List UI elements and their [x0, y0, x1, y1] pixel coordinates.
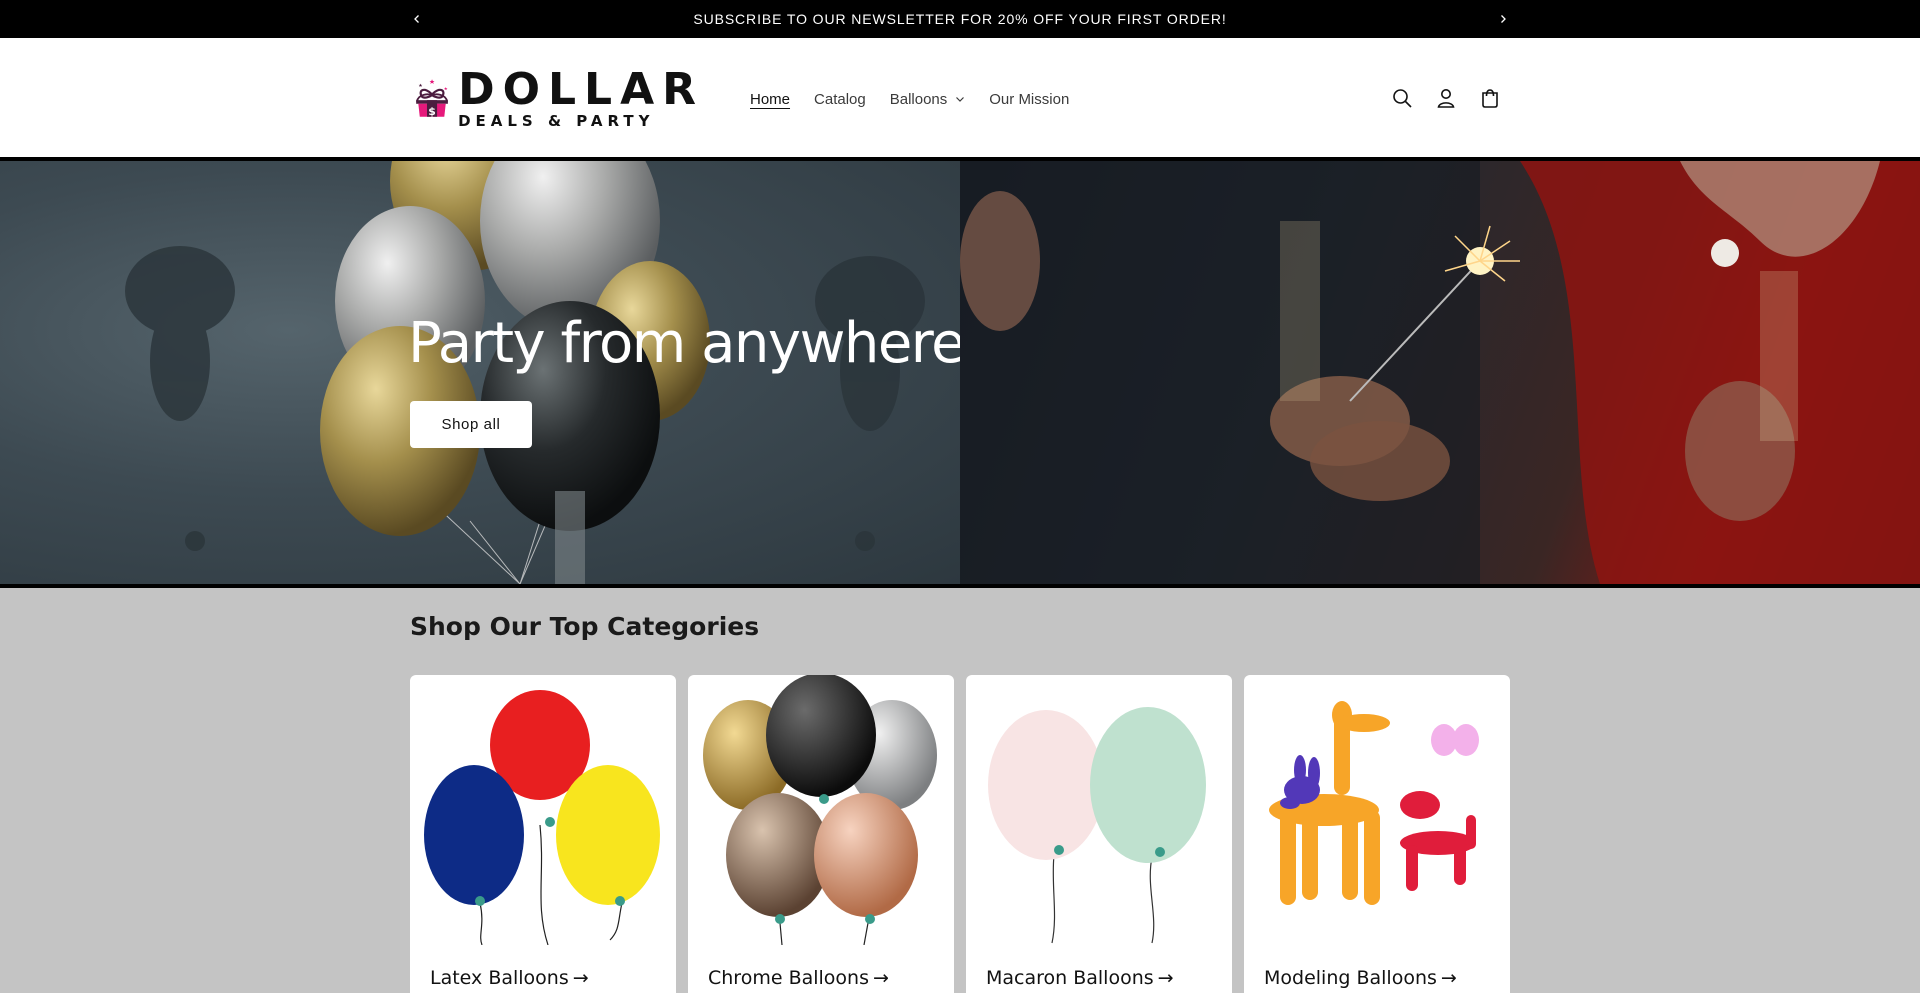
header-icons	[1384, 80, 1508, 116]
category-card-modeling-balloons[interactable]: Modeling Balloons →	[1244, 675, 1510, 993]
brand-logo[interactable]: $ DOLLAR DEALS & PARTY	[414, 46, 704, 150]
cart-button[interactable]	[1472, 80, 1508, 116]
category-cards: Latex Balloons → Chrome Balloons → Macar…	[410, 675, 1510, 993]
announcement-next-button[interactable]	[1492, 8, 1514, 30]
category-card-macaron-balloons[interactable]: Macaron Balloons →	[966, 675, 1232, 993]
chevron-right-icon	[1501, 15, 1506, 23]
brand-name-line2: DEALS & PARTY	[458, 111, 655, 130]
site-header: $ DOLLAR DEALS & PARTY Home Catalog Ball…	[0, 38, 1920, 161]
categories-heading: Shop Our Top Categories	[410, 612, 760, 641]
main-navigation: Home Catalog Balloons Our Mission	[738, 88, 1081, 110]
latex-balloons-image	[424, 690, 660, 945]
hero-banner: Party from anywhere. Shop all	[0, 161, 1920, 588]
brand-name-line1: DOLLAR	[458, 63, 704, 115]
chrome-balloons-image	[703, 675, 937, 945]
chevron-down-icon	[956, 97, 965, 102]
nav-item-balloons[interactable]: Balloons	[878, 88, 978, 110]
search-button[interactable]	[1384, 80, 1420, 116]
chevron-left-icon	[414, 15, 419, 23]
category-card-chrome-balloons[interactable]: Chrome Balloons →	[688, 675, 954, 993]
arrow-right-icon: →	[572, 967, 589, 989]
modeling-balloons-image	[1269, 701, 1479, 905]
account-button[interactable]	[1428, 80, 1464, 116]
arrow-right-icon: →	[873, 967, 889, 989]
macaron-balloons-image	[988, 707, 1206, 944]
category-label-macaron: Macaron Balloons →	[986, 967, 1174, 989]
announcement-bar: SUBSCRIBE TO OUR NEWSLETTER FOR 20% OFF …	[0, 0, 1920, 38]
logo-mark-letter: $	[428, 105, 436, 118]
shop-all-button[interactable]: Shop all	[410, 401, 532, 448]
nav-item-our-mission[interactable]: Our Mission	[977, 88, 1081, 110]
announcement-previous-button[interactable]	[406, 8, 428, 30]
account-icon	[1437, 89, 1455, 108]
arrow-right-icon: →	[1440, 967, 1457, 989]
arrow-right-icon: →	[1157, 967, 1174, 989]
category-label-chrome: Chrome Balloons →	[708, 967, 889, 989]
hero-heading: Party from anywhere.	[408, 311, 960, 376]
nav-item-home[interactable]: Home	[738, 88, 802, 110]
category-label-modeling: Modeling Balloons →	[1264, 967, 1457, 989]
nav-item-balloons-label: Balloons	[889, 90, 948, 108]
category-label-latex: Latex Balloons →	[430, 967, 589, 989]
announcement-message[interactable]: SUBSCRIBE TO OUR NEWSLETTER FOR 20% OFF …	[693, 11, 1226, 27]
cart-icon	[1482, 89, 1498, 108]
sparkler-couple-illustration	[960, 161, 1920, 584]
category-card-latex-balloons[interactable]: Latex Balloons →	[410, 675, 676, 993]
hero-image-sparkler-celebration	[960, 161, 1920, 584]
nav-item-catalog[interactable]: Catalog	[802, 88, 878, 110]
gift-box-logo-icon: $	[415, 79, 449, 118]
search-icon	[1393, 89, 1412, 108]
hero-image-balloons: Party from anywhere. Shop all	[0, 161, 960, 584]
